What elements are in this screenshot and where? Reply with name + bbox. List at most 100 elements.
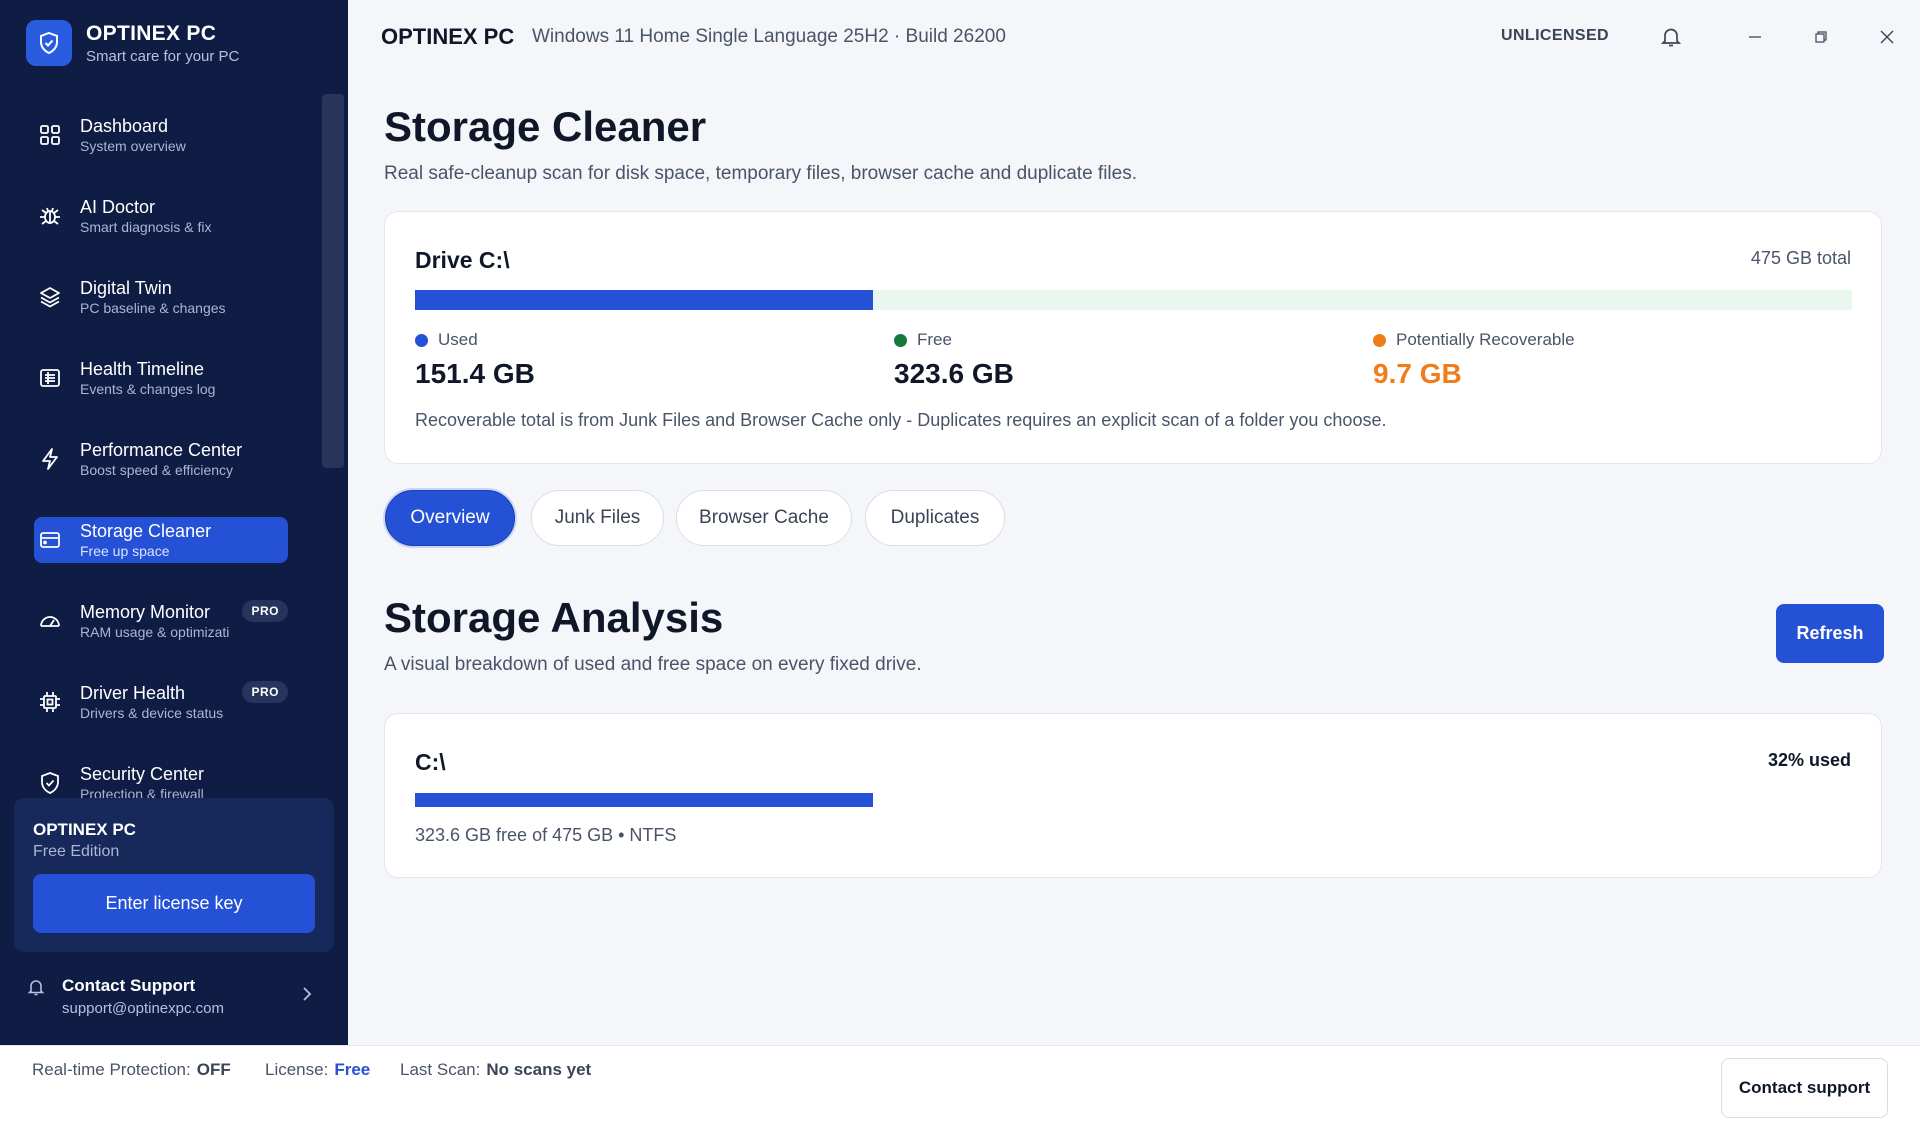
- sidebar: OPTINEX PC Smart care for your PC Dashbo…: [0, 0, 348, 1045]
- chevron-right-icon: [302, 986, 312, 1007]
- last-scan-value: No scans yet: [486, 1060, 592, 1079]
- license-value: Free: [334, 1060, 371, 1079]
- license-card-title: OPTINEX PC: [33, 820, 136, 839]
- support-title: Contact Support: [62, 976, 196, 995]
- free-value: 323.6 GB: [894, 358, 1014, 389]
- sidebar-item-label: Memory Monitor: [80, 602, 211, 622]
- sidebar-item-label: Performance Center: [80, 440, 243, 460]
- support-email: support@optinexpc.com: [62, 1000, 224, 1017]
- used-label: Used: [438, 330, 478, 349]
- notification-bell-icon[interactable]: [1658, 24, 1684, 50]
- used-dot-icon: [415, 333, 428, 347]
- recoverable-value: 9.7 GB: [1373, 358, 1462, 389]
- drive-icon: [36, 526, 64, 554]
- sidebar-nav: Dashboard System overview AI Doctor Smart …: [0, 100, 320, 798]
- tab-overview[interactable]: Overview: [385, 490, 515, 546]
- grid-icon: [36, 121, 64, 149]
- app-title: OPTINEX PC: [381, 24, 515, 49]
- sidebar-item-label: Security Center: [80, 764, 205, 784]
- drive-name: Drive C:\: [415, 247, 510, 273]
- page-title: Storage Cleaner: [384, 103, 707, 150]
- drive-total: 475 GB total: [1750, 248, 1851, 268]
- sidebar-item-ai-doctor[interactable]: AI Doctor Smart diagnosis & fix: [34, 193, 288, 239]
- used-stat: Used 151.4 GB: [415, 330, 535, 390]
- sidebar-scrollbar[interactable]: [322, 94, 344, 468]
- list-icon: [36, 364, 64, 392]
- recoverable-note: Recoverable total is from Junk Files and…: [415, 410, 1387, 430]
- sidebar-item-driver-health[interactable]: Driver Health Drivers & device status PRO: [34, 679, 288, 725]
- drive-usage-bar: [415, 290, 1852, 310]
- sidebar-item-label: Digital Twin: [80, 278, 172, 298]
- free-dot-icon: [894, 333, 907, 347]
- protection-value: OFF: [196, 1060, 231, 1079]
- sidebar-item-sub: Boost speed & efficiency: [80, 462, 234, 478]
- refresh-button[interactable]: Refresh: [1776, 604, 1884, 663]
- analysis-drive-name: C:\: [415, 749, 446, 775]
- minimize-icon[interactable]: [1742, 24, 1768, 50]
- sidebar-item-label: Driver Health: [80, 683, 186, 703]
- drive-analysis-card: C:\ 32% used 323.6 GB free of 475 GB • N…: [384, 713, 1882, 878]
- chip-icon: [36, 688, 64, 716]
- sidebar-item-sub: Protection & firewall: [80, 786, 204, 798]
- recoverable-stat: Potentially Recoverable 9.7 GB: [1373, 330, 1575, 390]
- enter-license-key-button[interactable]: Enter license key: [33, 874, 315, 933]
- contact-support-button[interactable]: Contact support: [1721, 1058, 1888, 1118]
- license-label: License:: [265, 1060, 329, 1079]
- sidebar-item-label: Storage Cleaner: [80, 521, 212, 541]
- free-label: Free: [917, 330, 952, 349]
- sidebar-item-memory-monitor[interactable]: Memory Monitor RAM usage & optimizati PRO: [34, 598, 288, 644]
- sidebar-item-sub: PC baseline & changes: [80, 300, 226, 316]
- protection-label: Real-time Protection:: [32, 1060, 191, 1079]
- bug-icon: [36, 202, 64, 230]
- tab-duplicates[interactable]: Duplicates: [865, 490, 1005, 546]
- bell-icon: [27, 978, 45, 1001]
- analysis-drive-detail: 323.6 GB free of 475 GB • NTFS: [415, 825, 677, 845]
- license-card: OPTINEX PC Free Edition Enter license ke…: [14, 798, 334, 952]
- tab-junk-files[interactable]: Junk Files: [531, 490, 664, 546]
- used-value: 151.4 GB: [415, 358, 535, 389]
- sidebar-item-digital-twin[interactable]: Digital Twin PC baseline & changes: [34, 274, 288, 320]
- analysis-used-percent: 32% used: [1767, 750, 1851, 770]
- sidebar-item-sub: Events & changes log: [80, 381, 216, 397]
- sidebar-item-sub: System overview: [80, 138, 186, 154]
- pro-badge: PRO: [242, 600, 288, 622]
- drive-usage-fill: [415, 290, 873, 310]
- contact-support-link[interactable]: Contact Support support@optinexpc.com: [26, 972, 326, 1022]
- analysis-usage-bar: [415, 793, 873, 807]
- shield-logo-icon: [26, 20, 72, 66]
- title-bar: OPTINEX PC Windows 11 Home Single Langua…: [348, 0, 1920, 76]
- sidebar-item-label: AI Doctor: [80, 197, 156, 217]
- sidebar-item-sub: RAM usage & optimizati: [80, 624, 230, 640]
- free-stat: Free 323.6 GB: [894, 330, 1014, 390]
- sidebar-item-security-center[interactable]: Security Center Protection & firewall: [34, 760, 288, 798]
- sidebar-item-label: Health Timeline: [80, 359, 205, 379]
- tab-browser-cache[interactable]: Browser Cache: [676, 490, 852, 546]
- license-status: UNLICENSED: [1501, 27, 1610, 44]
- sidebar-item-label: Dashboard: [80, 116, 169, 136]
- license-edition: Free Edition: [33, 843, 120, 860]
- page-subtitle: Real safe-cleanup scan for disk space, t…: [384, 163, 1137, 184]
- os-info: Windows 11 Home Single Language 25H2 · B…: [532, 26, 1006, 47]
- gauge-icon: [36, 607, 64, 635]
- sidebar-item-dashboard[interactable]: Dashboard System overview: [34, 112, 288, 158]
- sidebar-item-performance-center[interactable]: Performance Center Boost speed & efficien…: [34, 436, 288, 482]
- pro-badge: PRO: [242, 681, 288, 703]
- storage-analysis-subtitle: A visual breakdown of used and free spac…: [384, 654, 922, 675]
- restore-icon[interactable]: [1808, 24, 1834, 50]
- sidebar-item-sub: Smart diagnosis & fix: [80, 219, 212, 235]
- sidebar-item-health-timeline[interactable]: Health Timeline Events & changes log: [34, 355, 288, 401]
- sidebar-item-sub: Free up space: [80, 543, 170, 559]
- layers-icon: [36, 283, 64, 311]
- close-icon[interactable]: [1874, 24, 1900, 50]
- brand-name: OPTINEX PC: [86, 21, 217, 45]
- protection-status: Real-time Protection: OFF: [32, 1060, 231, 1080]
- bolt-icon: [36, 445, 64, 473]
- storage-analysis-title: Storage Analysis: [384, 594, 724, 641]
- brand: OPTINEX PC Smart care for your PC: [26, 20, 239, 66]
- sidebar-item-storage-cleaner[interactable]: Storage Cleaner Free up space: [34, 517, 288, 563]
- shield-icon: [36, 769, 64, 797]
- license-footer-status: License: Free: [265, 1060, 370, 1080]
- brand-tagline: Smart care for your PC: [86, 47, 240, 65]
- drive-summary-card: Drive C:\ 475 GB total Used 151.4 GB Fre…: [384, 211, 1882, 464]
- sidebar-item-sub: Drivers & device status: [80, 705, 224, 721]
